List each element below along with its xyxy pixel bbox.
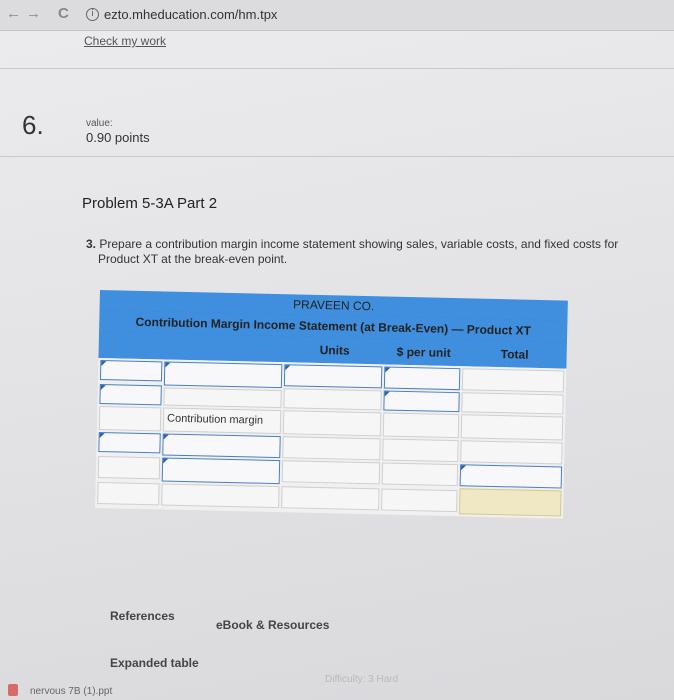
account-cell[interactable] — [163, 387, 282, 409]
ebook-resources-link[interactable]: eBook & Resources — [216, 618, 329, 632]
units-cell[interactable] — [281, 460, 381, 485]
browser-toolbar: ← → C i ezto.mheducation.com/hm.tpx — [0, 0, 674, 31]
column-header-total: Total — [500, 347, 529, 362]
address-bar-url[interactable]: ezto.mheducation.com/hm.tpx — [104, 7, 277, 22]
total-input[interactable] — [459, 464, 563, 489]
divider — [0, 68, 674, 69]
per-unit-input[interactable] — [383, 390, 460, 413]
units-cell[interactable] — [281, 486, 380, 511]
label-input[interactable] — [99, 360, 163, 382]
units-cell[interactable] — [282, 436, 381, 461]
contribution-margin-row-label: Contribution margin — [162, 407, 282, 435]
problem-instruction: 3. Prepare a contribution margin income … — [86, 237, 674, 267]
total-result-cell[interactable] — [459, 488, 562, 517]
instruction-line-1: Prepare a contribution margin income sta… — [99, 237, 619, 251]
forward-arrow-icon[interactable]: → — [26, 6, 41, 22]
question-points: 0.90 points — [86, 130, 150, 145]
question-number: 6. — [22, 110, 44, 140]
total-cell[interactable] — [460, 414, 564, 441]
instruction-number: 3. — [86, 237, 97, 251]
worksheet-grid: Contribution margin — [95, 357, 567, 519]
column-header-units: Units — [319, 343, 350, 358]
file-icon — [8, 684, 18, 696]
back-arrow-icon[interactable]: ← — [6, 6, 21, 22]
label-input[interactable] — [99, 384, 162, 406]
total-cell[interactable] — [461, 392, 564, 415]
label-cell[interactable] — [97, 456, 161, 480]
units-input[interactable] — [283, 364, 383, 389]
page: ← → C i ezto.mheducation.com/hm.tpx Chec… — [0, 0, 674, 700]
check-my-work-link[interactable]: Check my work — [84, 34, 166, 48]
account-select[interactable] — [162, 433, 281, 459]
account-select[interactable] — [161, 457, 281, 485]
units-cell[interactable] — [282, 410, 382, 437]
total-cell[interactable] — [461, 368, 565, 393]
instruction-line-2: Product XT at the break-even point. — [98, 252, 288, 266]
total-cell[interactable] — [460, 440, 563, 465]
label-cell[interactable] — [98, 406, 162, 432]
divider — [0, 156, 674, 157]
value-label: value: — [86, 118, 113, 129]
per-unit-cell[interactable] — [382, 412, 460, 439]
account-cell[interactable] — [161, 483, 280, 509]
references-link[interactable]: References — [110, 609, 175, 623]
per-unit-cell[interactable] — [381, 488, 458, 513]
download-file-name[interactable]: nervous 7B (1).ppt — [30, 686, 112, 697]
label-cell[interactable] — [97, 481, 160, 506]
label-input[interactable] — [98, 432, 161, 454]
per-unit-cell[interactable] — [381, 462, 459, 487]
income-statement-worksheet: PRAVEEN CO. Contribution Margin Income S… — [95, 290, 568, 521]
per-unit-cell[interactable] — [382, 438, 459, 463]
units-cell[interactable] — [283, 388, 382, 411]
reload-icon[interactable]: C — [58, 6, 69, 22]
expanded-table-link[interactable]: Expanded table — [110, 656, 199, 670]
contribution-margin-label: Contribution margin — [166, 412, 264, 427]
site-info-icon[interactable]: i — [86, 8, 99, 21]
account-select[interactable] — [163, 361, 283, 389]
column-header-per-unit: $ per unit — [396, 344, 451, 360]
per-unit-input[interactable] — [383, 366, 461, 391]
difficulty-label: Difficulty: 3 Hard — [325, 674, 399, 685]
problem-title: Problem 5-3A Part 2 — [82, 195, 218, 212]
